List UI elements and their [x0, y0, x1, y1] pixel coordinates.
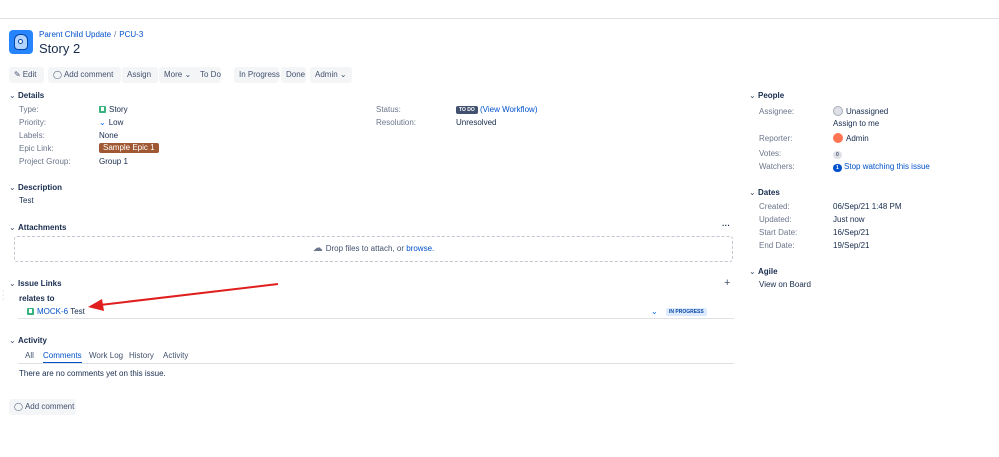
annotation-arrow-icon [88, 283, 279, 311]
